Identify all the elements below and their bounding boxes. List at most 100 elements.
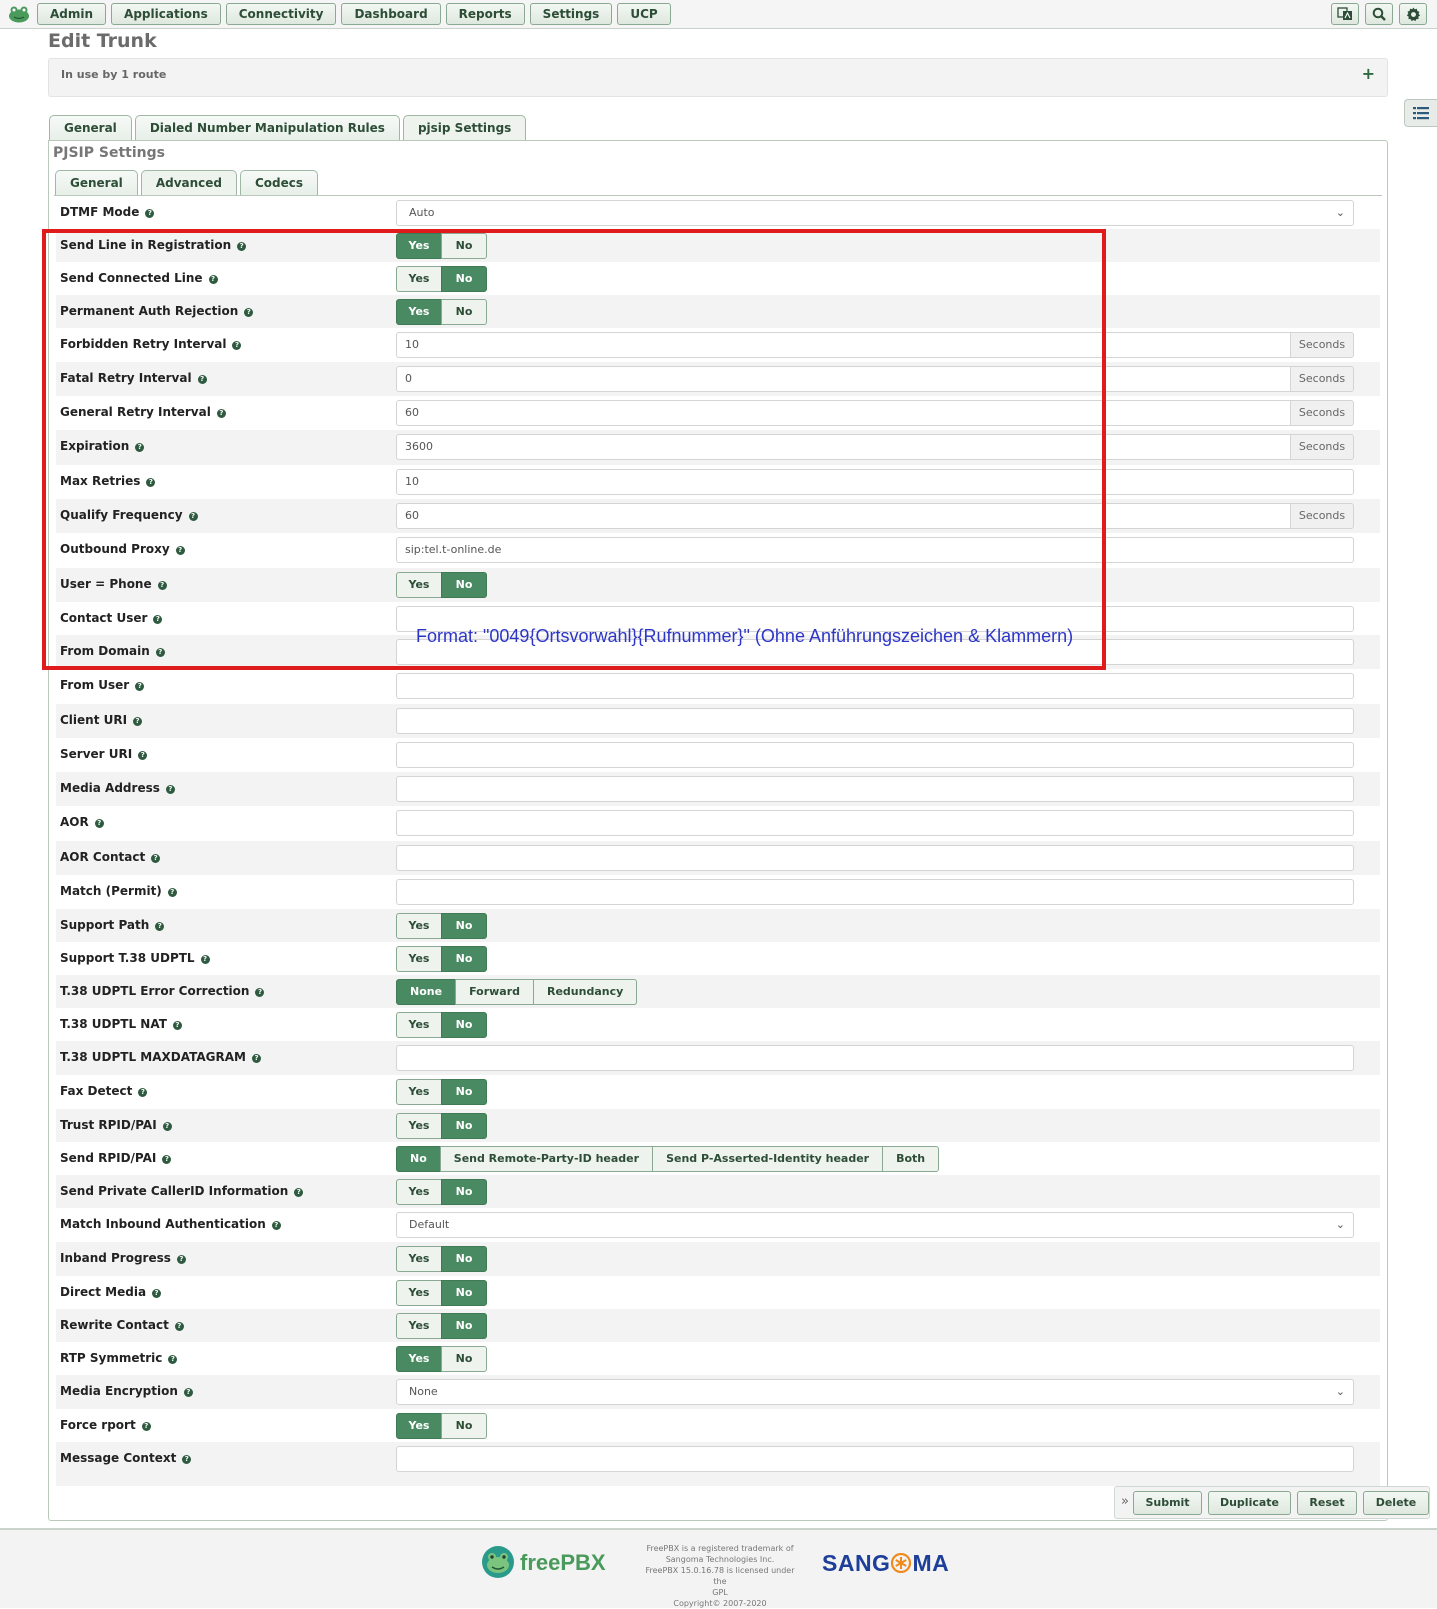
help-icon[interactable]: ? <box>182 1455 192 1464</box>
option-no[interactable]: No <box>441 1079 487 1105</box>
help-icon[interactable]: ? <box>183 1388 193 1397</box>
option-no[interactable]: No <box>441 1346 487 1372</box>
help-icon[interactable]: ? <box>237 242 247 251</box>
t38-maxdg-input[interactable] <box>396 1045 1354 1071</box>
tab-general[interactable]: General <box>49 115 132 140</box>
option-yes[interactable]: Yes <box>396 946 442 972</box>
option-no[interactable]: No <box>441 1113 487 1139</box>
option-yes[interactable]: Yes <box>396 1246 442 1272</box>
subtab-general[interactable]: General <box>55 170 138 195</box>
help-icon[interactable]: ? <box>162 1155 172 1164</box>
nav-settings[interactable]: Settings <box>529 3 613 25</box>
help-icon[interactable]: ? <box>176 1255 186 1264</box>
option-send-p-asserted-identity-header[interactable]: Send P-Asserted-Identity header <box>652 1146 884 1172</box>
settings-button[interactable] <box>1399 3 1427 25</box>
expand-icon[interactable]: + <box>1362 64 1375 83</box>
from-user-input[interactable] <box>396 673 1354 699</box>
dtmf-mode-select[interactable]: Auto ⌄ <box>396 200 1354 226</box>
option-no[interactable]: No <box>441 913 487 939</box>
option-forward[interactable]: Forward <box>455 979 534 1005</box>
legal-line[interactable]: FreePBX 15.0.16.78 is licensed under the <box>640 1565 800 1587</box>
help-icon[interactable]: ? <box>141 1422 151 1431</box>
help-icon[interactable]: ? <box>208 275 218 284</box>
option-no[interactable]: No <box>441 1012 487 1038</box>
reset-button[interactable]: Reset <box>1297 1491 1357 1515</box>
help-icon[interactable]: ? <box>138 1088 148 1097</box>
message-context-input[interactable] <box>396 1446 1354 1472</box>
option-yes[interactable]: Yes <box>396 1012 442 1038</box>
option-both[interactable]: Both <box>882 1146 940 1172</box>
option-yes[interactable]: Yes <box>396 1113 442 1139</box>
help-icon[interactable]: ? <box>232 341 242 350</box>
help-icon[interactable]: ? <box>146 478 156 487</box>
option-yes[interactable]: Yes <box>396 233 442 259</box>
help-icon[interactable]: ? <box>168 1355 178 1364</box>
help-icon[interactable]: ? <box>133 717 143 726</box>
option-no[interactable]: No <box>441 1179 487 1205</box>
translate-button[interactable] <box>1331 3 1359 25</box>
collapse-icon[interactable]: » <box>1121 1494 1129 1509</box>
option-yes[interactable]: Yes <box>396 1413 442 1439</box>
option-yes[interactable]: Yes <box>396 1313 442 1339</box>
nav-connectivity[interactable]: Connectivity <box>225 3 337 25</box>
option-no[interactable]: No <box>441 1413 487 1439</box>
option-no[interactable]: No <box>441 946 487 972</box>
general-retry-input[interactable]: 60 <box>396 400 1291 426</box>
subtab-advanced[interactable]: Advanced <box>140 170 237 196</box>
server-uri-input[interactable] <box>396 742 1354 768</box>
help-icon[interactable]: ? <box>174 1322 184 1331</box>
sangoma-logo[interactable]: SANG MA <box>822 1550 949 1577</box>
help-icon[interactable]: ? <box>251 1054 261 1063</box>
nav-reports[interactable]: Reports <box>445 3 525 25</box>
help-icon[interactable]: ? <box>157 581 167 590</box>
media-encryption-select[interactable]: None ⌄ <box>396 1379 1354 1405</box>
help-icon[interactable]: ? <box>152 1289 162 1298</box>
option-redundancy[interactable]: Redundancy <box>533 979 638 1005</box>
nav-admin[interactable]: Admin <box>37 3 107 25</box>
help-icon[interactable]: ? <box>145 209 155 218</box>
expiration-input[interactable]: 3600 <box>396 434 1291 460</box>
aor-input[interactable] <box>396 810 1354 836</box>
option-yes[interactable]: Yes <box>396 1179 442 1205</box>
option-no[interactable]: No <box>396 1146 441 1172</box>
nav-applications[interactable]: Applications <box>111 3 221 25</box>
help-icon[interactable]: ? <box>271 1221 281 1230</box>
option-no[interactable]: No <box>441 299 487 325</box>
nav-ucp[interactable]: UCP <box>617 3 671 25</box>
tab-dialed-number-rules[interactable]: Dialed Number Manipulation Rules <box>134 115 400 140</box>
option-no[interactable]: No <box>441 266 487 292</box>
option-yes[interactable]: Yes <box>396 266 442 292</box>
help-icon[interactable]: ? <box>165 785 175 794</box>
help-icon[interactable]: ? <box>175 546 185 555</box>
help-icon[interactable]: ? <box>135 443 145 452</box>
freepbx-logo-icon[interactable] <box>8 5 30 23</box>
option-no[interactable]: No <box>441 572 487 598</box>
option-no[interactable]: No <box>441 233 487 259</box>
tab-pjsip-settings[interactable]: pjsip Settings <box>402 115 527 141</box>
option-no[interactable]: No <box>441 1246 487 1272</box>
help-icon[interactable]: ? <box>135 682 145 691</box>
help-icon[interactable]: ? <box>188 512 198 521</box>
help-icon[interactable]: ? <box>155 648 165 657</box>
help-icon[interactable]: ? <box>151 854 161 863</box>
help-icon[interactable]: ? <box>94 819 104 828</box>
client-uri-input[interactable] <box>396 708 1354 734</box>
max-retries-input[interactable]: 10 <box>396 469 1354 495</box>
help-icon[interactable]: ? <box>294 1188 304 1197</box>
help-icon[interactable]: ? <box>200 955 210 964</box>
in-use-panel[interactable]: In use by 1 route + <box>48 58 1388 97</box>
help-icon[interactable]: ? <box>153 615 163 624</box>
help-icon[interactable]: ? <box>197 375 207 384</box>
option-no[interactable]: No <box>441 1313 487 1339</box>
qualify-freq-input[interactable]: 60 <box>396 503 1291 529</box>
help-icon[interactable]: ? <box>216 409 226 418</box>
fatal-retry-input[interactable]: 0 <box>396 366 1291 392</box>
delete-button[interactable]: Delete <box>1363 1491 1429 1515</box>
forbidden-retry-input[interactable]: 10 <box>396 332 1291 358</box>
legal-line[interactable]: GPL <box>640 1587 800 1598</box>
help-icon[interactable]: ? <box>155 922 165 931</box>
list-toggle-button[interactable] <box>1404 99 1437 127</box>
help-icon[interactable]: ? <box>138 751 148 760</box>
option-send-remote-party-id-header[interactable]: Send Remote-Party-ID header <box>439 1146 654 1172</box>
outbound-proxy-input[interactable]: sip:tel.t-online.de <box>396 537 1354 563</box>
